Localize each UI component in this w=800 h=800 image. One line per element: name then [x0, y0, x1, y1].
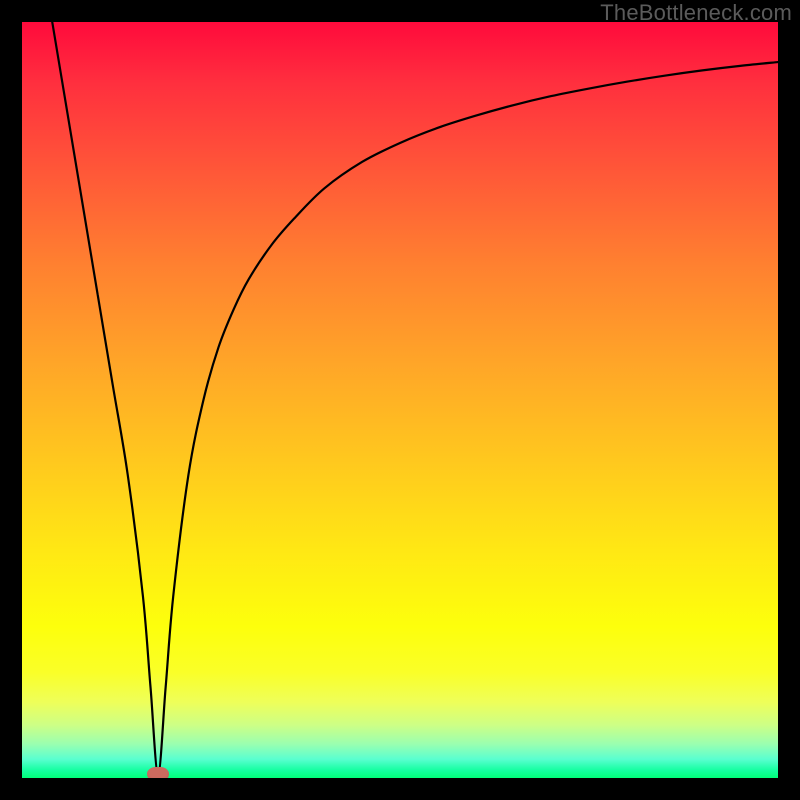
- chart-frame: TheBottleneck.com: [0, 0, 800, 800]
- plot-area: [22, 22, 778, 778]
- watermark-text: TheBottleneck.com: [600, 0, 792, 26]
- bottleneck-curve: [22, 22, 778, 778]
- minimum-marker: [147, 767, 169, 778]
